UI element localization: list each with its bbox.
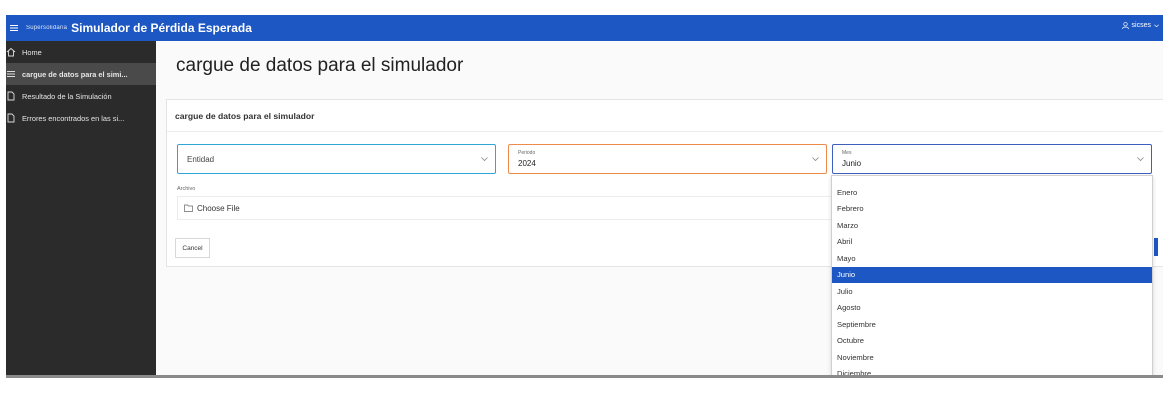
choose-file-text: Choose File (197, 203, 240, 213)
page-title: cargue de datos para el simulador (176, 55, 464, 76)
option-marzo[interactable]: Marzo (832, 217, 1152, 234)
mes-select[interactable]: Mes Junio (832, 144, 1152, 174)
option-mayo[interactable]: Mayo (832, 250, 1152, 267)
sidebar-item-cargue[interactable]: cargue de datos para el simi... (6, 63, 156, 85)
document-icon (7, 113, 15, 123)
periodo-select[interactable]: Periodo 2024 (508, 144, 827, 174)
entidad-placeholder: Entidad (187, 155, 215, 164)
folder-icon (184, 204, 193, 212)
chevron-down-icon (481, 157, 488, 162)
list-icon (7, 71, 15, 77)
sidebar-item-label: Home (22, 47, 42, 57)
option-noviembre[interactable]: Noviembre (832, 349, 1152, 366)
user-name: sicses (1131, 22, 1151, 29)
option-abril[interactable]: Abril (832, 234, 1152, 251)
sidebar-item-errores[interactable]: Errores encontrados en las si... (6, 107, 156, 129)
top-bar: Supersolidaria Simulador de Pérdida Espe… (6, 15, 1163, 41)
sidebar-item-label: Resultado de la Simulación (22, 91, 112, 101)
app-window: Supersolidaria Simulador de Pérdida Espe… (6, 15, 1163, 378)
option-septiembre[interactable]: Septiembre (832, 316, 1152, 333)
option-junio[interactable]: Junio (832, 266, 1152, 283)
entidad-select[interactable]: Entidad (177, 144, 496, 174)
brand-logo-text: Supersolidaria (26, 25, 68, 31)
dropdown-spacer (832, 176, 1152, 184)
chevron-down-icon (812, 157, 819, 162)
option-febrero[interactable]: Febrero (832, 201, 1152, 218)
user-icon (1121, 22, 1129, 29)
option-enero[interactable]: Enero (832, 184, 1152, 201)
user-menu[interactable]: sicses (1121, 22, 1159, 29)
chevron-down-icon (1137, 157, 1144, 162)
document-icon (7, 91, 15, 101)
sidebar-item-label: Errores encontrados en las si... (22, 113, 125, 123)
mes-value: Junio (842, 159, 862, 168)
option-octubre[interactable]: Octubre (832, 333, 1152, 350)
sidebar: Home cargue de datos para el simi... Res… (6, 41, 156, 375)
file-input[interactable]: Choose File (177, 196, 839, 220)
panel-heading: cargue de datos para el simulador (175, 111, 315, 121)
sidebar-item-home[interactable]: Home (6, 41, 156, 63)
archivo-label: Archivo (177, 186, 196, 192)
home-icon (6, 47, 16, 57)
sidebar-item-resultado[interactable]: Resultado de la Simulación (6, 85, 156, 107)
divider (167, 131, 1163, 132)
mes-dropdown-list[interactable]: Enero Febrero Marzo Abril Mayo Junio Jul… (831, 175, 1153, 375)
periodo-value: 2024 (518, 159, 536, 168)
app-title: Simulador de Pérdida Esperada (71, 21, 252, 35)
submit-button-edge[interactable] (1154, 238, 1158, 256)
mes-label: Mes (842, 150, 852, 156)
option-julio[interactable]: Julio (832, 283, 1152, 300)
menu-icon[interactable] (10, 24, 18, 32)
option-agosto[interactable]: Agosto (832, 300, 1152, 317)
option-diciembre[interactable]: Diciembre (832, 366, 1152, 375)
periodo-label: Periodo (518, 150, 536, 156)
cancel-button[interactable]: Cancel (175, 238, 210, 258)
chevron-down-icon (1154, 24, 1159, 27)
sidebar-item-label: cargue de datos para el simi... (22, 69, 128, 79)
